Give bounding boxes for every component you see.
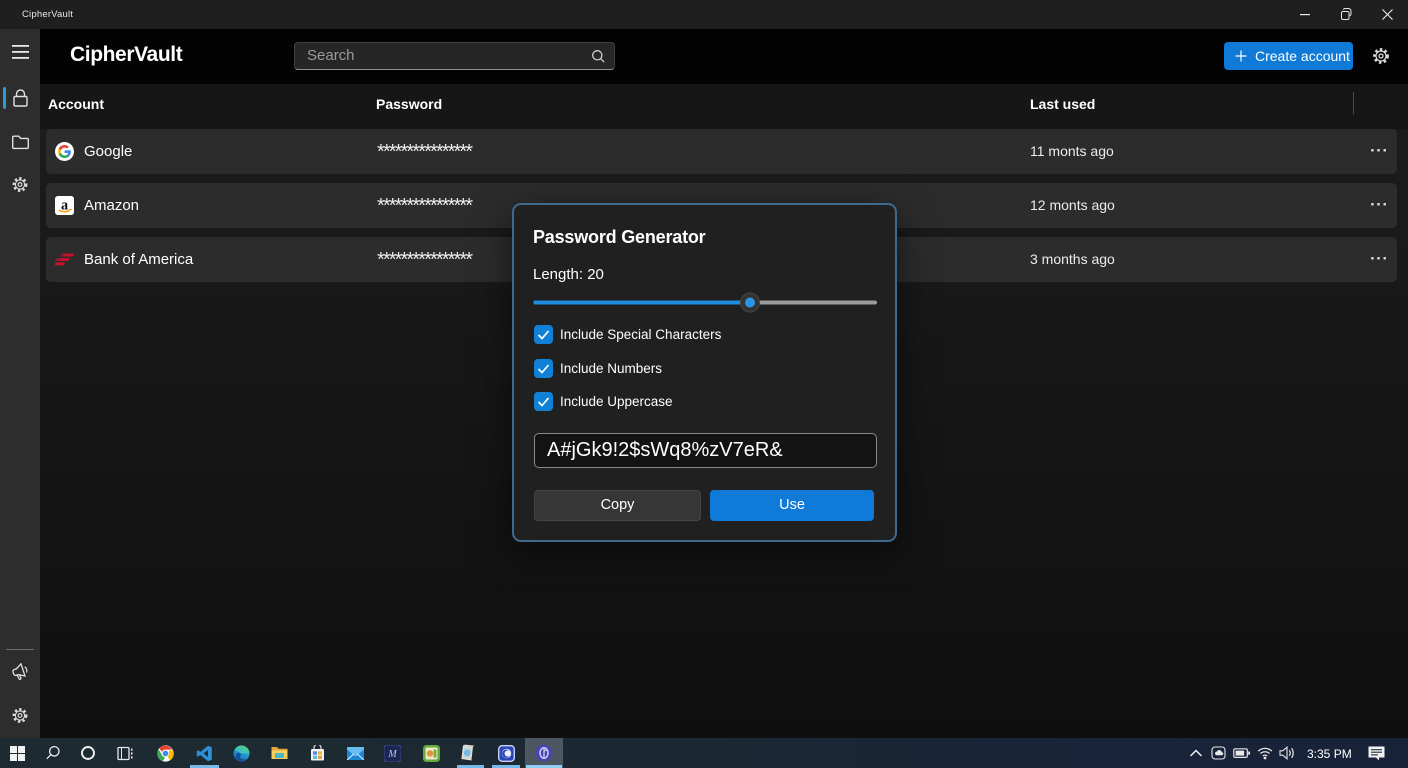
svg-text:M: M (387, 749, 397, 760)
